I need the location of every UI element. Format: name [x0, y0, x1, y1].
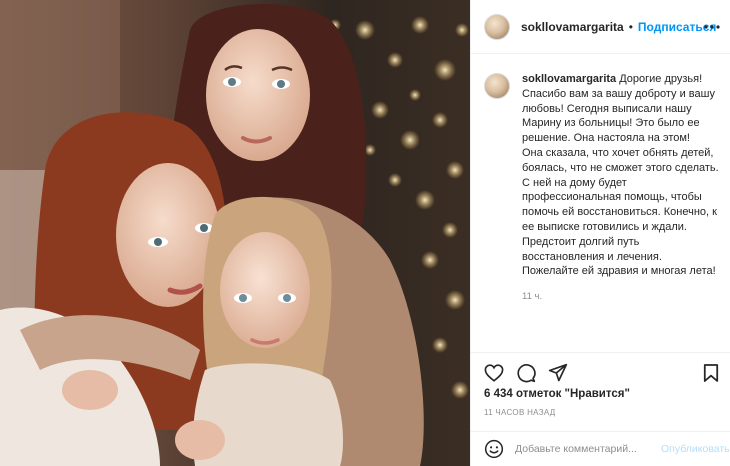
- comment-input[interactable]: [515, 443, 655, 455]
- caption-row: sokllovamargarita Дорогие друзья! Спасиб…: [484, 72, 721, 279]
- more-icon[interactable]: [703, 18, 721, 36]
- emoji-icon[interactable]: [483, 438, 505, 460]
- post-photo[interactable]: [0, 0, 470, 466]
- caption-author-link[interactable]: sokllovamargarita: [522, 73, 616, 85]
- caption-avatar[interactable]: [484, 73, 510, 99]
- publish-button[interactable]: Опубликовать: [661, 443, 730, 455]
- heart-icon[interactable]: [483, 362, 505, 384]
- caption-text: Дорогие друзья! Спасибо вам за вашу добр…: [522, 73, 719, 278]
- post-sidebar: sokllovamargarita • Подписаться sokllova…: [470, 0, 730, 466]
- likes-count[interactable]: 6 434 отметок "Нравится": [484, 388, 630, 400]
- caption-timestamp[interactable]: 11 ч.: [522, 291, 721, 302]
- bookmark-icon[interactable]: [700, 362, 722, 384]
- family-portrait-image: [0, 0, 470, 466]
- comment-bar: Опубликовать: [471, 431, 730, 466]
- avatar[interactable]: [484, 13, 510, 40]
- separator-dot: •: [628, 19, 633, 34]
- username-link[interactable]: sokllovamargarita: [521, 20, 624, 34]
- post-timestamp[interactable]: 11 ЧАСОВ НАЗАД: [484, 408, 555, 417]
- caption-section: sokllovamargarita Дорогие друзья! Спасиб…: [471, 54, 730, 352]
- paper-plane-icon[interactable]: [547, 362, 569, 384]
- comment-icon[interactable]: [515, 362, 537, 384]
- post-header: sokllovamargarita • Подписаться: [471, 0, 730, 54]
- post-caption: sokllovamargarita Дорогие друзья! Спасиб…: [522, 72, 721, 279]
- post-actions: [471, 352, 730, 392]
